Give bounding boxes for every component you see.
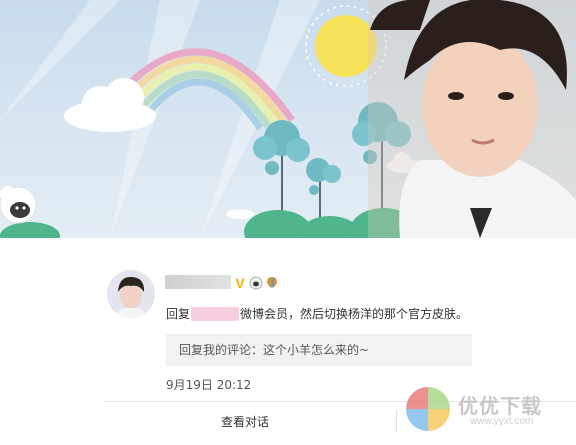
svg-text:V: V xyxy=(235,276,245,290)
username-redacted[interactable] xyxy=(165,275,231,289)
banner-artwork xyxy=(0,0,576,238)
comment-text: 回复 微博会员，然后切换杨洋的那个官方皮肤。 xyxy=(166,306,468,322)
portrait xyxy=(368,0,576,238)
timestamp: 9月19日 20:12 xyxy=(166,378,252,392)
username-row: V xyxy=(165,274,279,291)
reply-body: 微博会员，然后切换杨洋的那个官方皮肤。 xyxy=(240,307,469,321)
avatar[interactable] xyxy=(107,270,155,318)
quoted-comment[interactable]: 回复我的评论：这个小羊怎么来的~ xyxy=(166,334,472,366)
watermark-name: 优优下载 xyxy=(458,394,542,418)
mention-redacted[interactable] xyxy=(191,307,240,321)
avatar-image xyxy=(107,270,155,318)
watermark-url: www.yyxt.com xyxy=(470,416,534,427)
reply-prefix: 回复 xyxy=(166,307,191,321)
sheep xyxy=(0,186,37,224)
balloon-badge-icon[interactable] xyxy=(265,275,279,289)
sun xyxy=(315,15,377,77)
sheep-badge-icon[interactable] xyxy=(249,275,263,290)
watermark-logo-icon xyxy=(403,384,453,434)
action-separator xyxy=(396,410,397,432)
quoted-text: 回复我的评论：这个小羊怎么来的~ xyxy=(179,343,370,357)
view-conversation-button[interactable]: 查看对话 xyxy=(190,413,300,430)
skin-banner xyxy=(0,0,576,238)
vip-badge-icon[interactable]: V xyxy=(233,275,247,291)
